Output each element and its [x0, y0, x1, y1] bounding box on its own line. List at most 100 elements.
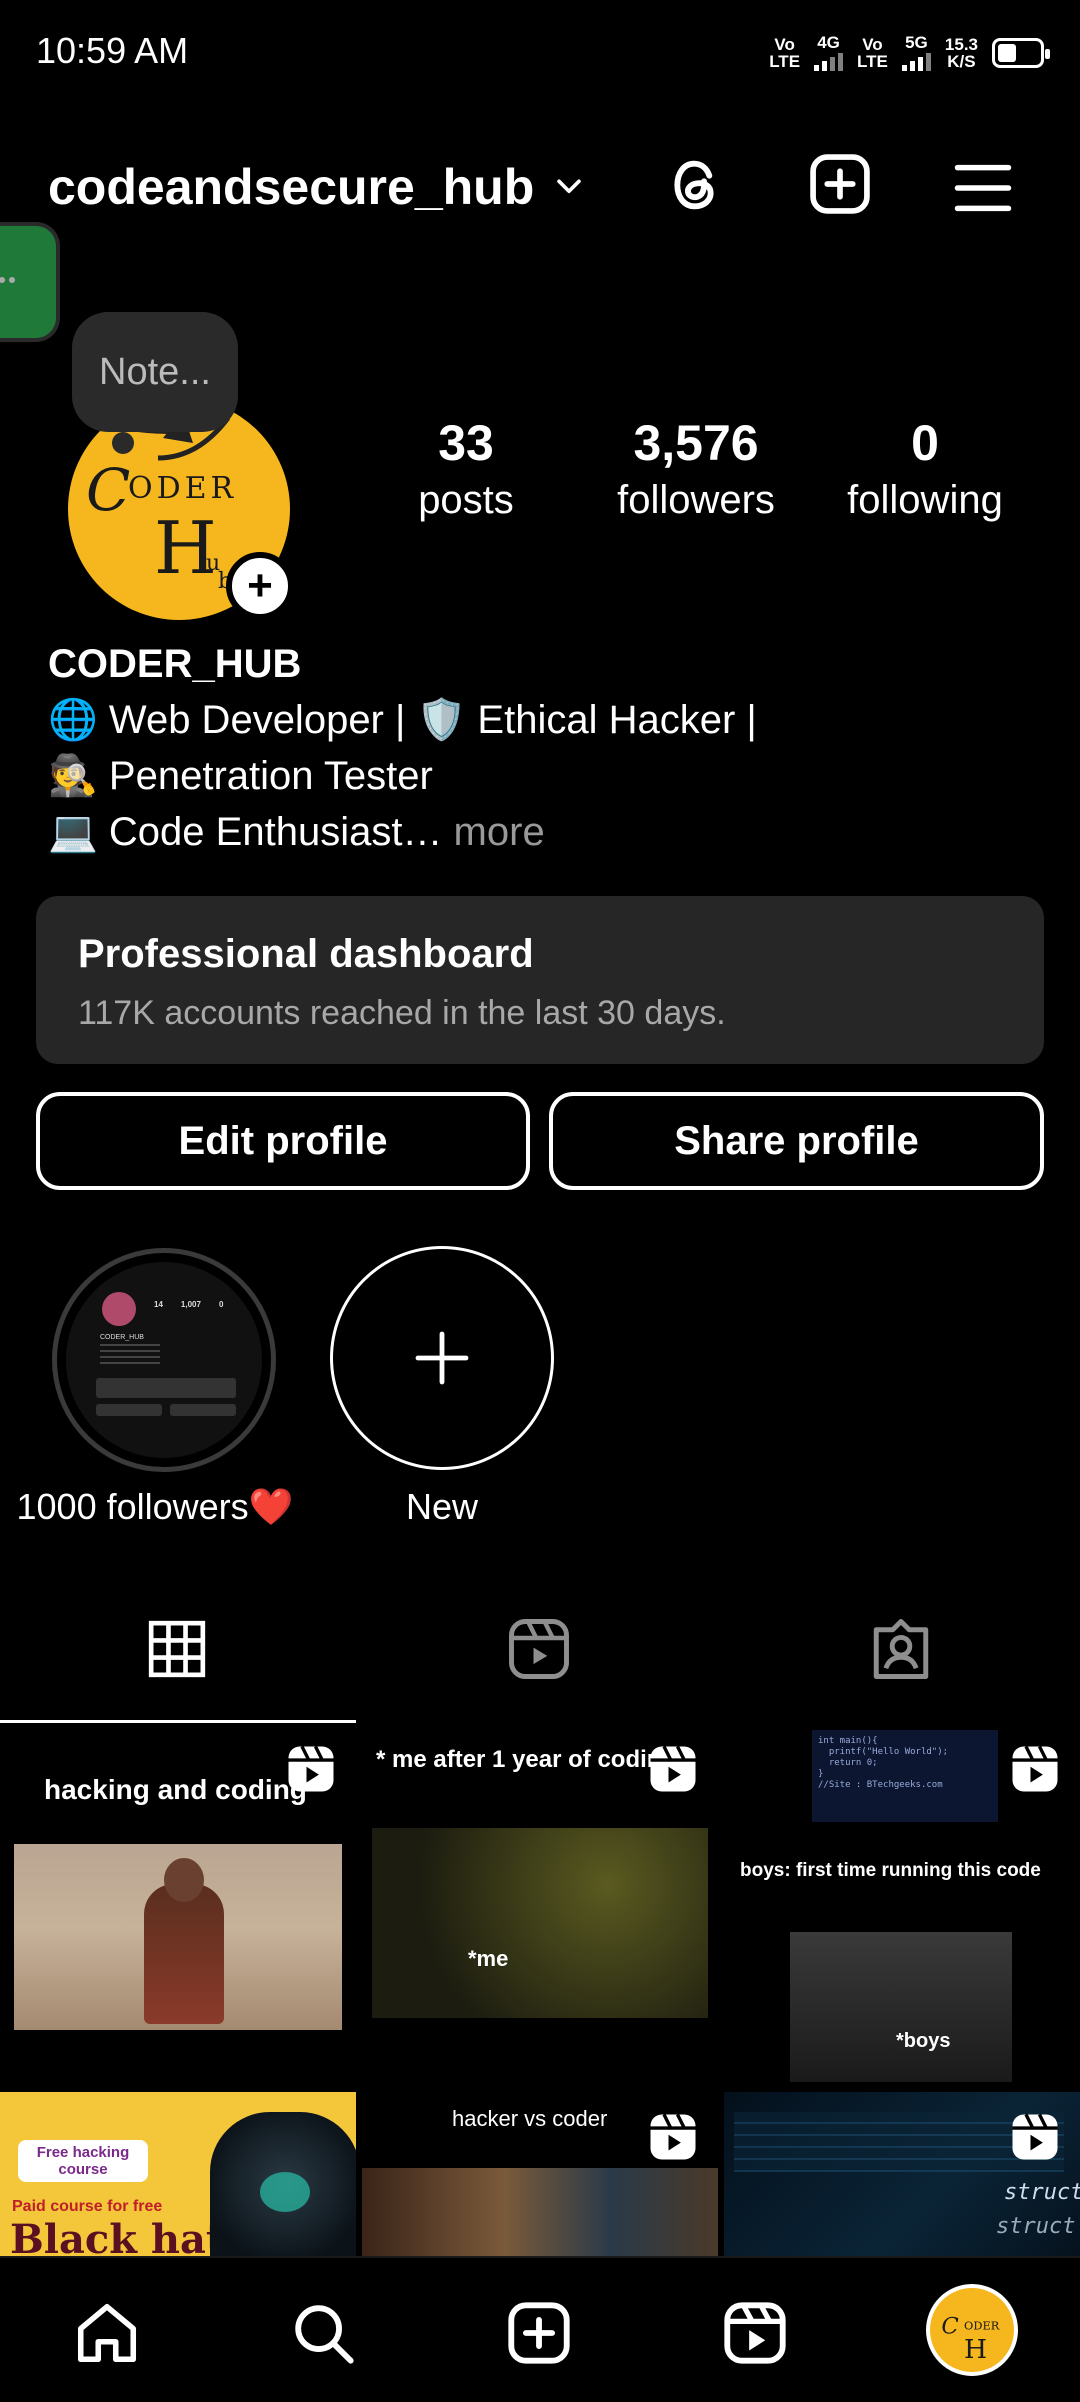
mini-avatar	[102, 1292, 136, 1326]
dashboard-title: Professional dashboard	[78, 932, 534, 976]
post-caption: * me after 1 year of coding	[376, 1746, 677, 1773]
grid-post[interactable]: hacker vs coder	[362, 2092, 718, 2256]
stat-posts[interactable]: 33 posts	[392, 414, 540, 523]
post-subcaption: *boys	[896, 2030, 951, 2052]
reel-icon	[650, 1745, 696, 1792]
reel-icon	[288, 1745, 334, 1792]
bottom-navigation: C ODER H	[0, 2256, 1080, 2402]
create-button[interactable]	[806, 150, 874, 218]
bio-line: 🕵️ Penetration Tester	[48, 754, 433, 798]
svg-text:ODER: ODER	[128, 471, 237, 506]
home-icon	[77, 2303, 137, 2363]
username: codeandsecure_hub	[48, 159, 535, 215]
code-snippet: int main(){ printf("Hello World"); retur…	[812, 1730, 998, 1822]
post-image: *boys	[790, 1932, 1012, 2082]
tab-grid[interactable]	[146, 1618, 208, 1680]
reel-icon	[1012, 1745, 1058, 1792]
note-bubble[interactable]: Note...	[72, 312, 238, 454]
reels-icon	[509, 1619, 569, 1679]
hooded-figure	[210, 2112, 356, 2256]
nav-profile[interactable]: C ODER H	[926, 2284, 1018, 2376]
network-gen-2: 5G	[901, 34, 931, 71]
grid-post[interactable]: struct struct	[724, 2092, 1080, 2256]
mini-stats: 14 1,007 0	[154, 1300, 224, 1309]
followers-count: 3,576	[633, 415, 759, 471]
posts-count: 33	[438, 415, 494, 471]
following-count: 0	[911, 415, 939, 471]
nav-search[interactable]	[288, 2298, 358, 2368]
floating-side-tab[interactable]	[0, 226, 56, 338]
following-label: following	[847, 478, 1003, 522]
network-gen-1: 4G	[814, 34, 844, 71]
menu-icon	[954, 164, 1012, 212]
mini-name: CODER_HUB	[100, 1334, 144, 1341]
post-caption: boys: first time running this code	[740, 1860, 1041, 1881]
nav-create[interactable]	[504, 2298, 574, 2368]
post-caption: hacker vs coder	[452, 2106, 608, 2131]
svg-text:ODER: ODER	[964, 2319, 1000, 2333]
grid-post[interactable]: hacking and coding	[0, 1724, 356, 2086]
tagged-icon	[873, 1619, 929, 1679]
volte-indicator-2: Vo LTE	[857, 34, 888, 71]
bio-line: 🌐 Web Developer | 🛡️ Ethical Hacker |	[48, 698, 757, 742]
search-icon	[295, 2305, 354, 2364]
post-image	[362, 2168, 718, 2256]
reel-icon	[650, 2113, 696, 2160]
highlight-label: 1000 followers❤️	[16, 1486, 294, 1527]
tab-tagged[interactable]	[868, 1616, 934, 1682]
threads-icon	[674, 160, 714, 210]
add-story-button[interactable]: +	[226, 552, 294, 620]
display-name: CODER_HUB	[48, 642, 302, 686]
tab-reels[interactable]	[506, 1616, 572, 1682]
svg-text:C: C	[941, 2313, 958, 2339]
account-switcher[interactable]: codeandsecure_hub	[48, 158, 586, 216]
create-icon	[508, 2302, 570, 2364]
post-image	[14, 1844, 342, 2030]
post-headline: Black hat	[10, 2216, 225, 2256]
create-icon	[810, 154, 870, 214]
nav-home[interactable]	[72, 2298, 142, 2368]
code-word: struct	[996, 2214, 1076, 2239]
status-icons: Vo LTE 4G Vo LTE 5G 15.3 K/S	[769, 34, 1050, 71]
reel-icon	[1012, 2113, 1058, 2160]
new-highlight-label: New	[405, 1486, 479, 1527]
stat-following[interactable]: 0 following	[830, 414, 1020, 523]
code-word: struct	[1004, 2180, 1080, 2205]
threads-button[interactable]	[664, 150, 728, 220]
stat-followers[interactable]: 3,576 followers	[594, 414, 798, 523]
network-speed: 15.3 K/S	[944, 34, 978, 71]
post-image: *me	[372, 1828, 708, 2018]
bio-line: 💻 Code Enthusiast… more	[48, 808, 545, 855]
professional-dashboard[interactable]: Professional dashboard 117K accounts rea…	[36, 896, 1044, 1064]
status-time: 10:59 AM	[36, 30, 189, 71]
reels-icon	[724, 2302, 786, 2364]
mini-dashboard	[96, 1378, 236, 1398]
active-tab-indicator	[0, 1720, 356, 1723]
new-highlight-button[interactable]	[330, 1246, 554, 1470]
svg-text:H: H	[964, 2334, 987, 2365]
post-caption: hacking and coding	[44, 1774, 307, 1805]
share-profile-button[interactable]: Share profile	[549, 1092, 1044, 1190]
plus-icon	[415, 1331, 469, 1385]
svg-text:H: H	[154, 506, 217, 590]
more-dots-icon	[0, 277, 15, 283]
edit-profile-button[interactable]: Edit profile	[36, 1092, 530, 1190]
nav-reels[interactable]	[720, 2298, 790, 2368]
svg-text:C: C	[86, 456, 130, 524]
mini-bio	[100, 1344, 160, 1368]
bio-text: 💻 Code Enthusiast…	[48, 810, 443, 854]
grid-post[interactable]: Free hacking course Paid course for free…	[0, 2092, 356, 2256]
grid-post[interactable]: * me after 1 year of coding *me	[362, 1724, 718, 2086]
grid-post[interactable]: int main(){ printf("Hello World"); retur…	[724, 1724, 1080, 2086]
menu-button[interactable]	[952, 160, 1014, 216]
post-caption: Paid course for free	[12, 2198, 163, 2215]
grid-icon	[148, 1620, 206, 1678]
dashboard-subtitle: 117K accounts reached in the last 30 day…	[78, 994, 726, 1032]
post-subcaption: *me	[468, 1946, 509, 1971]
highlight-thumbnail[interactable]: 14 1,007 0 CODER_HUB	[66, 1262, 262, 1458]
posts-label: posts	[418, 478, 514, 522]
bio-more-link[interactable]: more	[442, 810, 545, 854]
profile-avatar-icon: C ODER H	[941, 2313, 1000, 2365]
battery-icon	[992, 37, 1050, 68]
volte-indicator-1: Vo LTE	[769, 34, 801, 71]
